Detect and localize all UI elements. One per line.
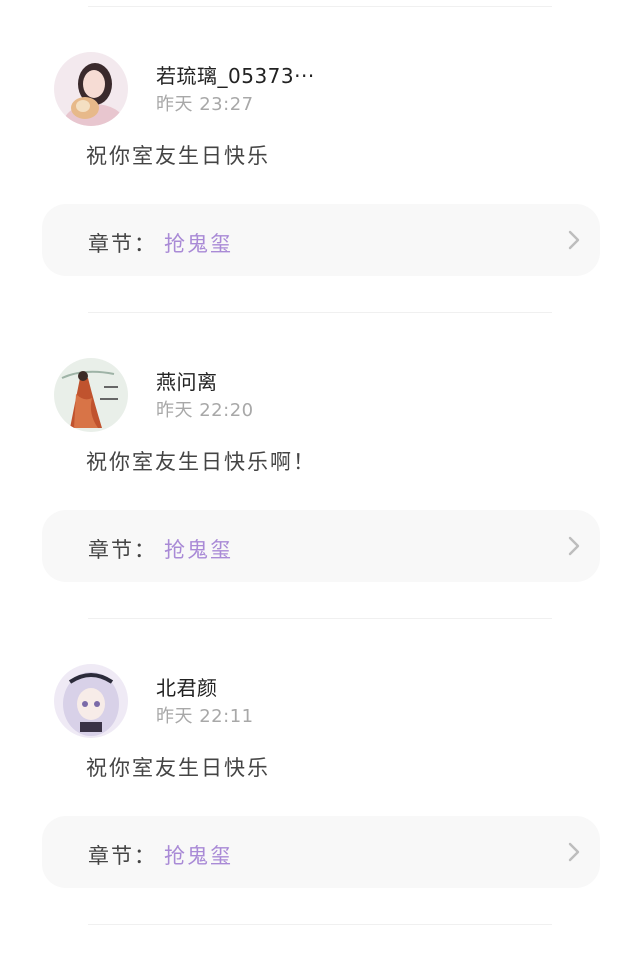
- timestamp: 昨天 22:11: [156, 706, 254, 727]
- chapter-name: 抢鬼玺: [164, 538, 233, 562]
- timestamp: 昨天 22:20: [156, 400, 254, 421]
- chapter-label: 章节：: [88, 232, 157, 256]
- comment-item: 北君颜 昨天 22:11 祝你室友生日快乐 章节： 抢鬼玺: [0, 612, 640, 918]
- chapter-link[interactable]: 章节： 抢鬼玺: [42, 510, 600, 582]
- chapter-label: 章节：: [88, 538, 157, 562]
- comment-text: 祝你室友生日快乐: [86, 756, 270, 780]
- comment-item: 燕问离 昨天 22:20 祝你室友生日快乐啊！ 章节： 抢鬼玺: [0, 306, 640, 612]
- comment-item: 若琉璃_05373··· 昨天 23:27 祝你室友生日快乐 章节： 抢鬼玺: [0, 0, 640, 306]
- divider: [88, 924, 552, 925]
- chapter-link[interactable]: 章节： 抢鬼玺: [42, 816, 600, 888]
- avatar[interactable]: [54, 358, 128, 432]
- avatar[interactable]: [54, 664, 128, 738]
- username[interactable]: 北君颜: [156, 672, 218, 701]
- avatar[interactable]: [54, 52, 128, 126]
- chevron-right-icon: [564, 842, 584, 862]
- timestamp: 昨天 23:27: [156, 94, 254, 115]
- username[interactable]: 若琉璃_05373···: [156, 60, 315, 89]
- chapter-name: 抢鬼玺: [164, 844, 233, 868]
- chapter-label: 章节：: [88, 844, 157, 868]
- comment-text: 祝你室友生日快乐: [86, 144, 270, 168]
- chevron-right-icon: [564, 230, 584, 250]
- comment-text: 祝你室友生日快乐啊！: [86, 450, 316, 474]
- chapter-name: 抢鬼玺: [164, 232, 233, 256]
- username[interactable]: 燕问离: [156, 366, 218, 395]
- chapter-link[interactable]: 章节： 抢鬼玺: [42, 204, 600, 276]
- chevron-right-icon: [564, 536, 584, 556]
